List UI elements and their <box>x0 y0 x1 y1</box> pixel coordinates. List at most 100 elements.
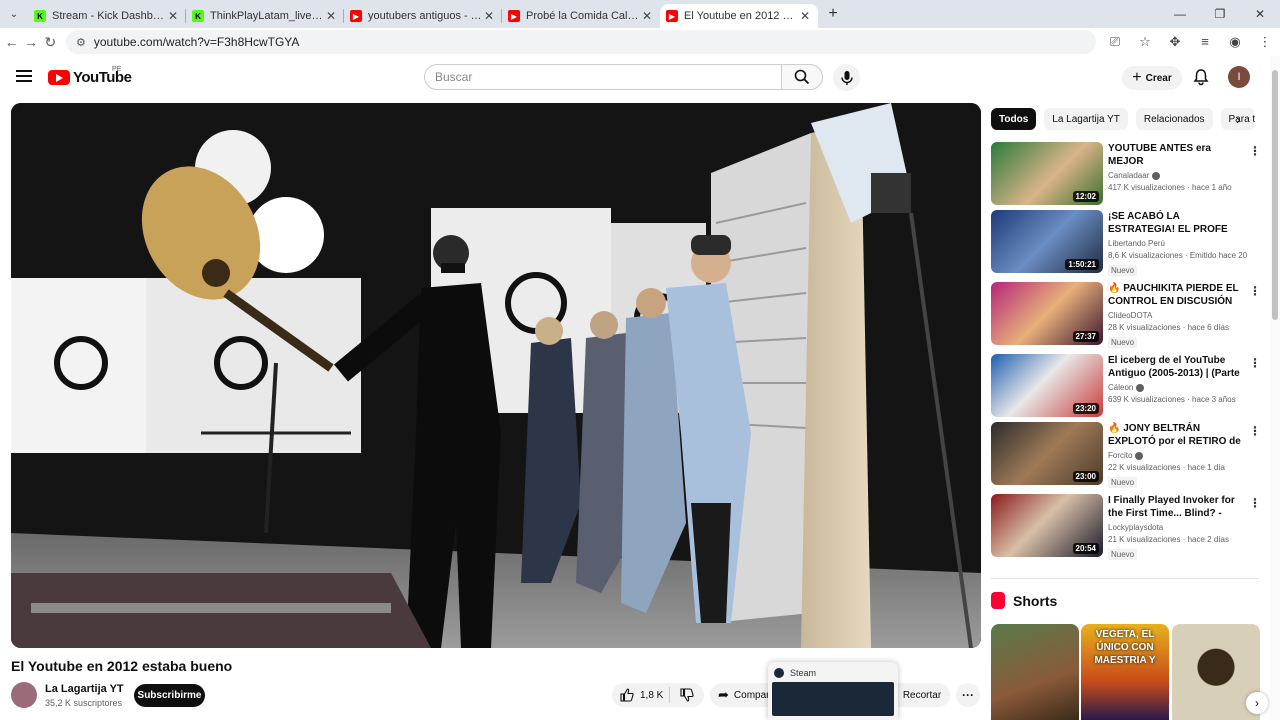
more-options-icon[interactable]: ⋮ <box>1249 496 1261 510</box>
tab-search-icon[interactable]: ⌄ <box>0 0 28 28</box>
channel-name[interactable]: La Lagartija YT <box>45 683 124 695</box>
tab-title: Probé la Comida Callejera de Ti <box>526 10 640 22</box>
scrollbar-thumb[interactable] <box>1272 70 1278 320</box>
recommendation-channel[interactable]: Lockyplaysdota <box>1108 523 1163 532</box>
chevron-right-icon[interactable]: › <box>1246 692 1268 714</box>
recommendation-channel[interactable]: Forcito <box>1108 451 1132 460</box>
steam-taskbar-preview[interactable]: Steam <box>768 662 898 720</box>
create-button[interactable]: + Crear <box>1122 66 1182 90</box>
video-thumbnail[interactable]: 27:37 <box>991 282 1103 345</box>
browser-tab[interactable]: ▶ youtubers antiguos - YouTube ✕ <box>344 4 502 28</box>
video-frame <box>11 103 981 648</box>
recommendation-channel[interactable]: Cáleon <box>1108 383 1133 392</box>
site-info-icon[interactable]: ⚙ <box>76 36 86 49</box>
chip-todos[interactable]: Todos <box>991 108 1037 130</box>
verified-icon <box>1152 171 1161 180</box>
video-duration: 23:00 <box>1072 471 1099 482</box>
reload-icon[interactable]: ↻ <box>41 29 60 55</box>
recommendation-item[interactable]: 27:37 🔥 PAUCHIKITA PIERDE EL CONTROL EN … <box>991 282 1261 348</box>
video-thumbnail[interactable]: 1:50:21 <box>991 210 1103 273</box>
search-button[interactable] <box>781 64 823 90</box>
close-window-icon[interactable]: ✕ <box>1240 0 1280 28</box>
youtube-logo[interactable]: YouTube PE <box>48 66 132 86</box>
voice-search-button[interactable] <box>833 64 860 91</box>
shorts-heading: Shorts <box>991 592 1057 609</box>
subscribe-button[interactable]: Subscribirme <box>134 684 205 707</box>
video-thumbnail[interactable]: 12:02 <box>991 142 1103 205</box>
video-duration: 27:37 <box>1072 331 1099 342</box>
recommendation-item[interactable]: 20:54 I Finally Played Invoker for the F… <box>991 494 1261 560</box>
like-button[interactable]: 1,8 K <box>612 687 670 703</box>
share-button[interactable]: ➦ Compartir <box>710 683 770 707</box>
browser-tab[interactable]: K ThinkPlayLatam_live Stream - W ✕ <box>186 4 344 28</box>
recommendation-title[interactable]: 🔥 PAUCHIKITA PIERDE EL CONTROL EN DISCUS… <box>1108 282 1248 308</box>
search-input[interactable]: Buscar <box>424 64 782 90</box>
clip-button[interactable]: Recortar <box>894 683 950 707</box>
forward-icon[interactable]: → <box>21 29 40 55</box>
video-thumbnail[interactable]: 23:00 <box>991 422 1103 485</box>
maximize-icon[interactable]: ❐ <box>1200 0 1240 28</box>
youtube-icon: ▶ <box>508 10 520 22</box>
create-label: Crear <box>1145 72 1172 84</box>
recommendation-meta: 417 K visualizaciones · hace 1 año <box>1108 183 1232 192</box>
browser-tab[interactable]: ▶ Probé la Comida Callejera de Ti ✕ <box>502 4 660 28</box>
url-bar[interactable]: ⚙ youtube.com/watch?v=F3h8HcwTGYA <box>65 30 1096 54</box>
close-tab-icon[interactable]: ✕ <box>482 9 496 23</box>
chip-channel[interactable]: La Lagartija YT <box>1044 108 1128 130</box>
back-icon[interactable]: ← <box>2 29 21 55</box>
account-avatar[interactable]: I <box>1228 66 1250 88</box>
short-item[interactable]: VEGETA, EL ÚNICO CON MAESTRIA Y <box>1081 624 1169 720</box>
new-tab-icon[interactable]: + <box>822 5 844 23</box>
clip-label: Recortar <box>902 689 942 701</box>
page-scrollbar[interactable] <box>1270 56 1280 720</box>
profile-icon[interactable]: ◉ <box>1220 34 1250 50</box>
recommendation-item[interactable]: 23:20 El iceberg de el YouTube Antiguo (… <box>991 354 1261 418</box>
more-actions-icon[interactable]: ··· <box>956 683 980 707</box>
video-thumbnail[interactable]: 20:54 <box>991 494 1103 557</box>
youtube-play-icon <box>48 70 70 85</box>
browser-menu-icon[interactable]: ⋮ <box>1250 34 1280 50</box>
browser-tab-active[interactable]: ▶ El Youtube en 2012 estaba bueno ✕ <box>660 4 818 28</box>
shorts-icon <box>991 592 1005 609</box>
close-tab-icon[interactable]: ✕ <box>640 9 654 23</box>
close-tab-icon[interactable]: ✕ <box>798 9 812 23</box>
recommendation-item[interactable]: 12:02 YOUTUBE ANTES era MEJOR Canaladaar… <box>991 142 1261 206</box>
close-tab-icon[interactable]: ✕ <box>166 9 180 23</box>
channel-avatar[interactable] <box>11 682 37 708</box>
extensions-icon[interactable]: ✥ <box>1160 34 1190 50</box>
close-tab-icon[interactable]: ✕ <box>324 9 338 23</box>
more-options-icon[interactable]: ⋮ <box>1249 144 1261 158</box>
short-item[interactable] <box>991 624 1079 720</box>
youtube-icon: ▶ <box>666 10 678 22</box>
youtube-icon: ▶ <box>350 10 362 22</box>
recommendation-meta: 22 K visualizaciones · hace 1 día <box>1108 463 1225 472</box>
more-options-icon[interactable]: ⋮ <box>1249 356 1261 370</box>
recommendation-title[interactable]: 🔥 JONY BELTRÁN EXPLOTÓ por el RETIRO de … <box>1108 422 1248 448</box>
recommendation-title[interactable]: I Finally Played Invoker for the First T… <box>1108 494 1248 520</box>
recommendation-title[interactable]: El iceberg de el YouTube Antiguo (2005-2… <box>1108 354 1248 380</box>
media-icon[interactable]: ≡ <box>1190 34 1220 50</box>
recommendation-title[interactable]: YOUTUBE ANTES era MEJOR <box>1108 142 1248 168</box>
bookmark-star-icon[interactable]: ☆ <box>1130 34 1160 50</box>
menu-icon[interactable] <box>16 70 32 82</box>
video-player[interactable] <box>11 103 981 648</box>
recommendation-meta: 8,6 K visualizaciones · Emitido hace 20 … <box>1108 251 1248 260</box>
thumbs-down-icon <box>680 688 694 702</box>
recommendation-title[interactable]: ¡SE ACABÓ LA ESTRATEGIA! EL PROFE CUENTA… <box>1108 210 1248 236</box>
recommendation-channel[interactable]: Canaladaar <box>1108 171 1149 180</box>
minimize-icon[interactable]: — <box>1160 0 1200 28</box>
chevron-right-icon[interactable]: › <box>1236 111 1241 127</box>
browser-tab[interactable]: K Stream - Kick Dashboard ✕ <box>28 4 186 28</box>
more-options-icon[interactable]: ⋮ <box>1249 284 1261 298</box>
video-thumbnail[interactable]: 23:20 <box>991 354 1103 417</box>
chip-relacionados[interactable]: Relacionados <box>1135 108 1213 130</box>
section-divider <box>991 578 1259 579</box>
recommendation-channel[interactable]: Libertando Perú <box>1108 239 1165 248</box>
cast-icon[interactable]: ⎚ <box>1100 34 1130 50</box>
recommendation-item[interactable]: 1:50:21 ¡SE ACABÓ LA ESTRATEGIA! EL PROF… <box>991 210 1261 276</box>
recommendation-item[interactable]: 23:00 🔥 JONY BELTRÁN EXPLOTÓ por el RETI… <box>991 422 1261 488</box>
notifications-bell-icon[interactable] <box>1192 68 1210 86</box>
more-options-icon[interactable]: ⋮ <box>1249 424 1261 438</box>
recommendation-channel[interactable]: ClideoDOTA <box>1108 311 1152 320</box>
dislike-button[interactable] <box>670 688 704 702</box>
